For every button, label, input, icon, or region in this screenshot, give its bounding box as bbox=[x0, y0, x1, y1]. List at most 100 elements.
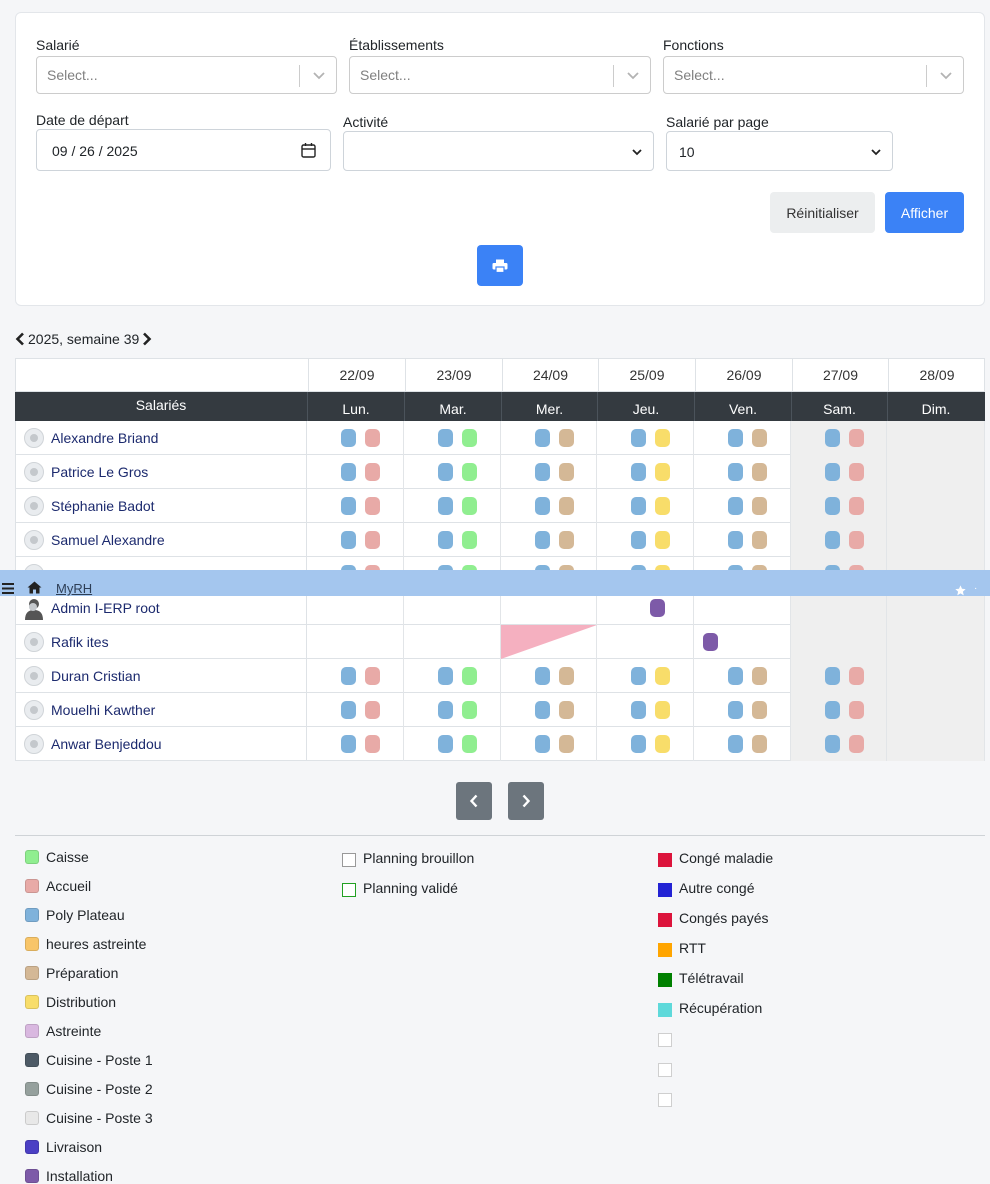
day-cell[interactable] bbox=[597, 659, 694, 693]
shift-pill[interactable] bbox=[559, 429, 574, 447]
shift-pill[interactable] bbox=[631, 429, 646, 447]
employee-name-link[interactable]: Rafik ites bbox=[51, 634, 109, 650]
shift-pill[interactable] bbox=[650, 599, 665, 617]
shift-pill[interactable] bbox=[825, 735, 840, 753]
shift-pill[interactable] bbox=[825, 701, 840, 719]
fonctions-select[interactable]: Select... bbox=[663, 56, 964, 94]
shift-pill[interactable] bbox=[752, 701, 767, 719]
activite-select[interactable] bbox=[343, 131, 654, 171]
day-cell[interactable] bbox=[501, 625, 597, 659]
chevron-down-icon[interactable] bbox=[626, 68, 640, 82]
reset-button[interactable]: Réinitialiser bbox=[770, 192, 875, 233]
day-cell[interactable] bbox=[597, 727, 694, 761]
chevron-down-icon[interactable] bbox=[870, 147, 882, 157]
shift-pill[interactable] bbox=[752, 735, 767, 753]
shift-pill[interactable] bbox=[462, 667, 477, 685]
shift-pill[interactable] bbox=[341, 463, 356, 481]
day-cell[interactable] bbox=[501, 591, 597, 625]
day-cell[interactable] bbox=[887, 591, 985, 625]
chevron-down-icon[interactable] bbox=[939, 68, 953, 82]
shift-pill[interactable] bbox=[365, 701, 380, 719]
etablissements-select[interactable]: Select... bbox=[349, 56, 651, 94]
employee-name-link[interactable]: Stéphanie Badot bbox=[51, 498, 155, 514]
shift-pill[interactable] bbox=[825, 667, 840, 685]
day-cell[interactable] bbox=[791, 455, 887, 489]
employee-name-link[interactable]: Duran Cristian bbox=[51, 668, 140, 684]
shift-pill[interactable] bbox=[462, 531, 477, 549]
day-cell[interactable] bbox=[694, 727, 791, 761]
menu-icon[interactable] bbox=[2, 583, 14, 594]
day-cell[interactable] bbox=[404, 727, 501, 761]
shift-pill[interactable] bbox=[728, 463, 743, 481]
shift-pill[interactable] bbox=[655, 531, 670, 549]
shift-pill[interactable] bbox=[655, 463, 670, 481]
shift-pill[interactable] bbox=[365, 463, 380, 481]
shift-pill[interactable] bbox=[535, 429, 550, 447]
shift-pill[interactable] bbox=[849, 497, 864, 515]
shift-pill[interactable] bbox=[462, 701, 477, 719]
shift-pill[interactable] bbox=[849, 735, 864, 753]
shift-pill[interactable] bbox=[438, 463, 453, 481]
shift-pill[interactable] bbox=[631, 497, 646, 515]
day-cell[interactable] bbox=[791, 693, 887, 727]
day-cell[interactable] bbox=[501, 455, 597, 489]
day-cell[interactable] bbox=[694, 659, 791, 693]
shift-pill[interactable] bbox=[535, 735, 550, 753]
employee-name-link[interactable]: Admin I-ERP root bbox=[51, 600, 160, 616]
employee-name-link[interactable]: Patrice Le Gros bbox=[51, 464, 148, 480]
day-cell[interactable] bbox=[694, 421, 791, 455]
shift-pill[interactable] bbox=[849, 667, 864, 685]
day-cell[interactable] bbox=[791, 659, 887, 693]
day-cell[interactable] bbox=[307, 421, 404, 455]
shift-pill[interactable] bbox=[752, 497, 767, 515]
shift-pill[interactable] bbox=[559, 667, 574, 685]
shift-pill[interactable] bbox=[631, 667, 646, 685]
day-cell[interactable] bbox=[404, 421, 501, 455]
day-cell[interactable] bbox=[791, 591, 887, 625]
shift-pill[interactable] bbox=[462, 735, 477, 753]
employee-name-link[interactable]: Mouelhi Kawther bbox=[51, 702, 155, 718]
chevron-down-icon[interactable] bbox=[312, 68, 326, 82]
shift-pill[interactable] bbox=[849, 531, 864, 549]
shift-pill[interactable] bbox=[438, 667, 453, 685]
shift-pill[interactable] bbox=[365, 497, 380, 515]
day-cell[interactable] bbox=[501, 727, 597, 761]
shift-pill[interactable] bbox=[728, 497, 743, 515]
day-cell[interactable] bbox=[597, 523, 694, 557]
day-cell[interactable] bbox=[887, 455, 985, 489]
shift-pill[interactable] bbox=[728, 701, 743, 719]
shift-pill[interactable] bbox=[655, 701, 670, 719]
day-cell[interactable] bbox=[791, 489, 887, 523]
shift-pill[interactable] bbox=[825, 531, 840, 549]
employee-name-link[interactable]: Samuel Alexandre bbox=[51, 532, 165, 548]
day-cell[interactable] bbox=[307, 727, 404, 761]
shift-pill[interactable] bbox=[365, 429, 380, 447]
shift-pill[interactable] bbox=[365, 531, 380, 549]
star-icon[interactable] bbox=[952, 585, 969, 596]
shift-pill[interactable] bbox=[849, 463, 864, 481]
shift-pill[interactable] bbox=[752, 463, 767, 481]
day-cell[interactable] bbox=[501, 421, 597, 455]
shift-pill[interactable] bbox=[438, 735, 453, 753]
shift-pill[interactable] bbox=[438, 701, 453, 719]
day-cell[interactable] bbox=[404, 455, 501, 489]
print-button[interactable] bbox=[477, 245, 523, 286]
day-cell[interactable] bbox=[501, 693, 597, 727]
day-cell[interactable] bbox=[694, 693, 791, 727]
shift-pill[interactable] bbox=[559, 531, 574, 549]
day-cell[interactable] bbox=[501, 489, 597, 523]
day-cell[interactable] bbox=[597, 591, 694, 625]
day-cell[interactable] bbox=[307, 591, 404, 625]
shift-pill[interactable] bbox=[849, 429, 864, 447]
home-icon[interactable] bbox=[27, 581, 42, 594]
day-cell[interactable] bbox=[597, 455, 694, 489]
shift-pill[interactable] bbox=[631, 531, 646, 549]
shift-pill[interactable] bbox=[341, 735, 356, 753]
day-cell[interactable] bbox=[694, 591, 791, 625]
employee-name-link[interactable]: Alexandre Briand bbox=[51, 430, 158, 446]
shift-pill[interactable] bbox=[849, 701, 864, 719]
shift-pill[interactable] bbox=[728, 667, 743, 685]
shift-pill[interactable] bbox=[703, 633, 718, 651]
day-cell[interactable] bbox=[404, 625, 501, 659]
shift-pill[interactable] bbox=[462, 497, 477, 515]
